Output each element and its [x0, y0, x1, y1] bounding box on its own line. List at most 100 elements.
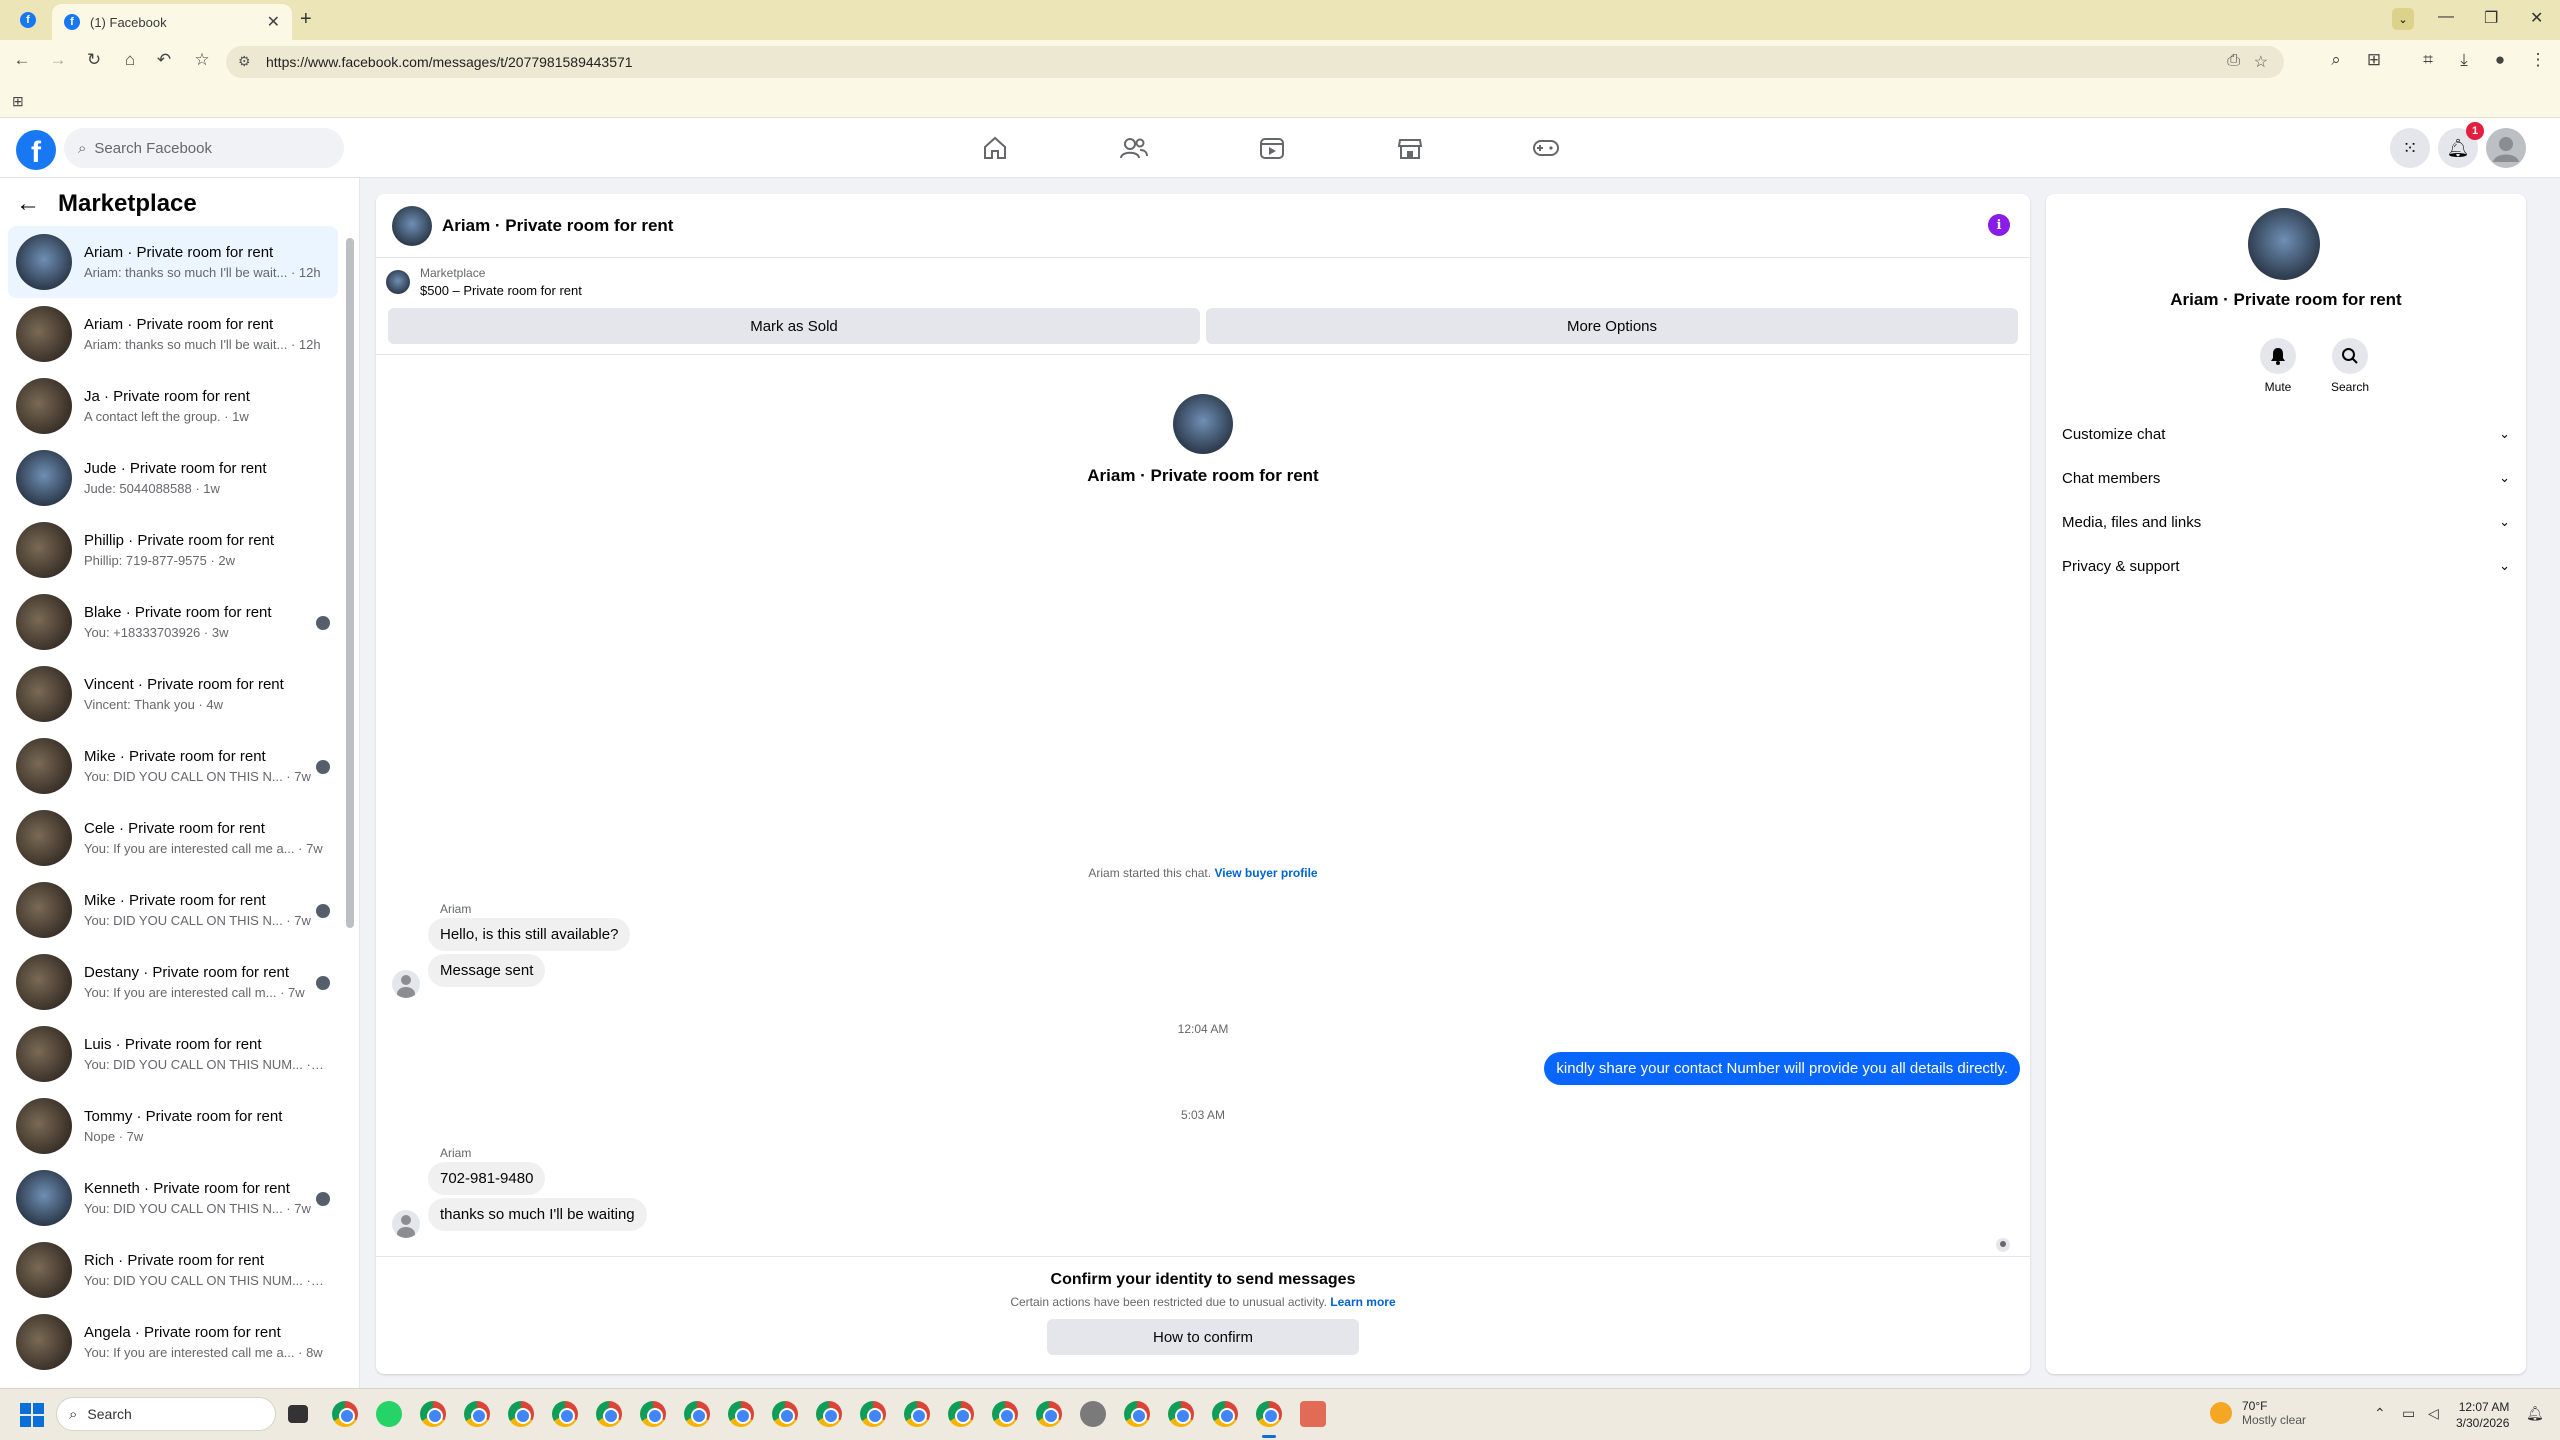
search-in-chat-button[interactable]: Search	[2320, 338, 2380, 394]
minimize-icon[interactable]: —	[2438, 8, 2454, 26]
message-bubble[interactable]: Message sent	[428, 954, 546, 987]
chrome-app-icon[interactable]	[992, 1401, 1018, 1427]
forward-icon[interactable]: →	[46, 50, 70, 70]
chrome-app-icon[interactable]	[1212, 1401, 1238, 1427]
conversation-item[interactable]: Luis · Private room for rent You: DID YOU…	[8, 1018, 338, 1090]
taskbar-search[interactable]: ⌕ Search	[56, 1397, 276, 1431]
conversation-item[interactable]: Angela · Private room for rent You: If yo…	[8, 1306, 338, 1378]
conversation-item[interactable]: Destany · Private room for rent You: If y…	[8, 946, 338, 1018]
zoom-search-icon[interactable]: ⌕	[2324, 50, 2348, 70]
back-icon[interactable]: ←	[10, 50, 34, 70]
profile-icon[interactable]: ●	[2488, 50, 2512, 70]
bookmark-star-icon[interactable]: ☆	[190, 50, 214, 70]
message-bubble[interactable]: thanks so much I'll be waiting	[428, 1198, 647, 1231]
more-options-button[interactable]: More Options	[1206, 308, 2018, 344]
volume-icon[interactable]: ◁	[2428, 1405, 2439, 1422]
chrome-app-icon[interactable]	[640, 1401, 666, 1427]
weather-widget[interactable]: 70°F Mostly clear	[2210, 1399, 2306, 1427]
message-bubble[interactable]: Hello, is this still available?	[428, 918, 631, 951]
snipping-tool-icon[interactable]	[1300, 1401, 1326, 1427]
address-bar[interactable]: ⚙ https://www.facebook.com/messages/t/20…	[226, 46, 2284, 78]
mark-as-sold-button[interactable]: Mark as Sold	[388, 308, 1200, 344]
extensions-icon[interactable]: ⊞	[2362, 50, 2386, 70]
how-to-confirm-button[interactable]: How to confirm	[1047, 1319, 1359, 1355]
nav-marketplace-icon[interactable]	[1390, 132, 1430, 164]
install-app-icon[interactable]: ⎙	[2227, 52, 2240, 70]
chat-header-avatar[interactable]	[392, 205, 432, 246]
start-windows-icon[interactable]	[20, 1403, 44, 1427]
tab-search-icon[interactable]: ⌄	[2392, 8, 2414, 30]
window-close-icon[interactable]: ✕	[2530, 8, 2543, 28]
sender-avatar[interactable]	[392, 1210, 420, 1238]
conversation-item[interactable]: Kenneth · Private room for rent You: DID …	[8, 1162, 338, 1234]
message-bubble[interactable]: 702-981-9480	[428, 1162, 546, 1195]
facebook-logo[interactable]: f	[16, 130, 56, 170]
section-media-files-links[interactable]: Media, files and links ⌄	[2062, 500, 2510, 544]
chrome-app-icon[interactable]	[728, 1401, 754, 1427]
info-icon[interactable]: i	[1988, 214, 2010, 236]
panel-avatar[interactable]	[2248, 208, 2320, 280]
tray-chevron-icon[interactable]: ⌃	[2374, 1405, 2386, 1422]
chrome-app-icon[interactable]	[1168, 1401, 1194, 1427]
back-arrow-icon[interactable]: ←	[16, 190, 40, 218]
undo-icon[interactable]: ↶	[152, 50, 176, 70]
conversation-item[interactable]: Blake · Private room for rent You: +18333…	[8, 586, 338, 658]
chrome-app-icon[interactable]	[816, 1401, 842, 1427]
chrome-app-icon[interactable]	[772, 1401, 798, 1427]
mute-button[interactable]: Mute	[2248, 338, 2308, 394]
conversation-item[interactable]: Mike · Private room for rent You: DID YOU…	[8, 730, 338, 802]
task-view-icon[interactable]	[288, 1405, 308, 1423]
chrome-app-icon[interactable]	[684, 1401, 710, 1427]
learn-more-link[interactable]: Learn more	[1330, 1295, 1395, 1309]
chrome-app-icon[interactable]	[860, 1401, 886, 1427]
star-icon[interactable]: ☆	[2254, 52, 2268, 72]
intro-avatar[interactable]	[1173, 394, 1233, 454]
chrome-app-icon[interactable]	[1124, 1401, 1150, 1427]
chrome-app-icon[interactable]	[596, 1401, 622, 1427]
chrome-app-icon-active[interactable]	[1256, 1401, 1282, 1427]
chrome-app-icon[interactable]	[508, 1401, 534, 1427]
download-icon[interactable]: ⤓	[2452, 50, 2476, 70]
conversation-item[interactable]: Rich · Private room for rent You: DID YOU…	[8, 1234, 338, 1306]
conversation-item[interactable]: Tommy · Private room for rent Nope · 7w	[8, 1090, 338, 1162]
whatsapp-app-icon[interactable]	[376, 1401, 402, 1427]
sender-avatar[interactable]	[392, 970, 420, 998]
nav-video-icon[interactable]	[1252, 132, 1292, 164]
listing-summary[interactable]: Marketplace $500 – Private room for rent	[386, 266, 582, 298]
my-message-bubble[interactable]: kindly share your contact Number will pr…	[1544, 1052, 2020, 1085]
conversation-item[interactable]: Vincent · Private room for rent Vincent: …	[8, 658, 338, 730]
conversation-item[interactable]: Ariam · Private room for rent Ariam: than…	[8, 298, 338, 370]
menu-grid-icon[interactable]: ⁙	[2390, 128, 2430, 168]
chrome-app-icon[interactable]	[420, 1401, 446, 1427]
conversation-item[interactable]: Ariam · Private room for rent Ariam: than…	[8, 226, 338, 298]
nav-friends-icon[interactable]	[1114, 132, 1154, 164]
conversation-item[interactable]: Phillip · Private room for rent Phillip: …	[8, 514, 338, 586]
account-avatar[interactable]	[2486, 128, 2526, 168]
conversation-item[interactable]: Cele · Private room for rent You: If you …	[8, 802, 338, 874]
chrome-app-icon[interactable]	[904, 1401, 930, 1427]
site-info-icon[interactable]: ⚙	[238, 53, 251, 70]
chrome-app-icon[interactable]	[552, 1401, 578, 1427]
restore-icon[interactable]: ❐	[2484, 8, 2498, 28]
menu-kebab-icon[interactable]: ⋮	[2526, 50, 2550, 70]
conversation-item[interactable]: Jude · Private room for rent Jude: 504408…	[8, 442, 338, 514]
crop-icon[interactable]: ⌗	[2416, 50, 2440, 70]
sidebar-scrollbar[interactable]	[346, 238, 354, 928]
section-privacy-support[interactable]: Privacy & support ⌄	[2062, 544, 2510, 588]
settings-app-icon[interactable]	[1080, 1401, 1106, 1427]
home-icon[interactable]: ⌂	[118, 50, 142, 70]
chrome-app-icon[interactable]	[948, 1401, 974, 1427]
chrome-app-icon[interactable]	[1036, 1401, 1062, 1427]
new-tab-icon[interactable]: +	[300, 8, 312, 31]
nav-home-icon[interactable]	[975, 132, 1015, 164]
edge-app-icon[interactable]	[332, 1401, 358, 1427]
system-clock[interactable]: 12:07 AM 3/30/2026	[2456, 1399, 2509, 1431]
conversation-item[interactable]: Ja · Private room for rent A contact left…	[8, 370, 338, 442]
apps-grid-icon[interactable]: ⊞	[12, 93, 24, 110]
section-customize-chat[interactable]: Customize chat ⌄	[2062, 412, 2510, 456]
chat-title[interactable]: Ariam · Private room for rent	[442, 216, 673, 236]
network-icon[interactable]: ▭	[2402, 1405, 2415, 1422]
view-buyer-profile-link[interactable]: View buyer profile	[1214, 866, 1317, 880]
chrome-app-icon[interactable]	[464, 1401, 490, 1427]
nav-gaming-icon[interactable]	[1526, 132, 1566, 164]
